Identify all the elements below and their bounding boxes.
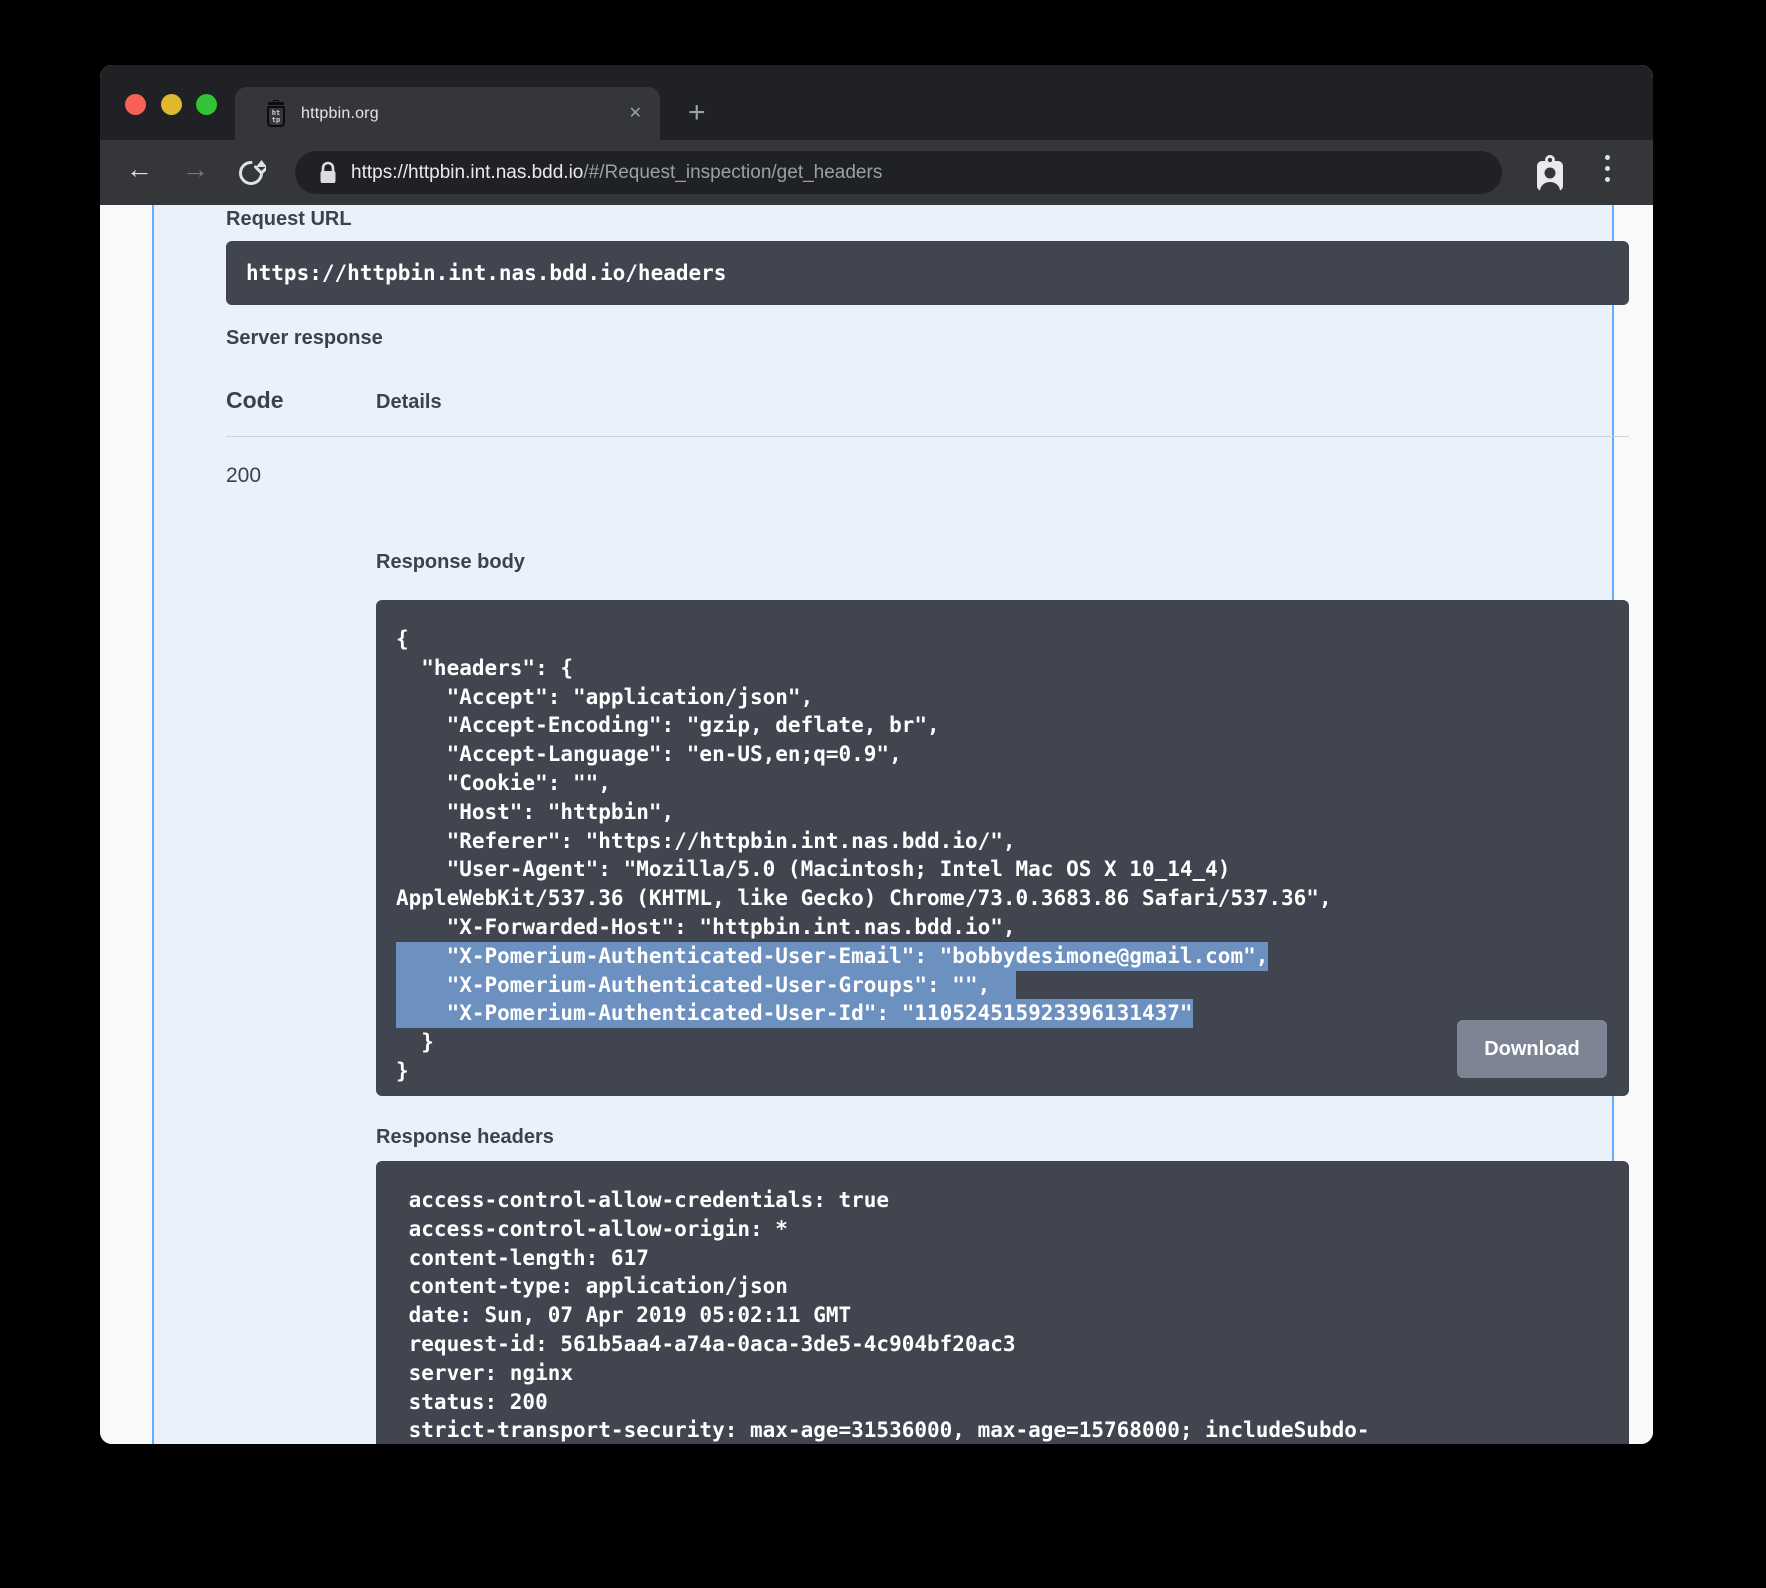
lock-icon bbox=[319, 161, 337, 185]
code-line: "X-Pomerium-Authenticated-User-Email": "… bbox=[396, 942, 1629, 971]
code-line: } bbox=[396, 1028, 1629, 1057]
code-line: "X-Forwarded-Host": "httpbin.int.nas.bdd… bbox=[396, 913, 1629, 942]
download-button[interactable]: Download bbox=[1457, 1020, 1607, 1078]
back-button[interactable]: ← bbox=[126, 154, 153, 185]
table-divider bbox=[226, 436, 1629, 437]
browser-titlebar: ht tp httpbin.org ✕ + bbox=[100, 65, 1653, 140]
response-headers-code: access-control-allow-credentials: true a… bbox=[376, 1161, 1629, 1444]
code-column-header: Code bbox=[226, 387, 284, 414]
new-tab-button[interactable]: + bbox=[688, 98, 706, 128]
browser-toolbar: ← → https://httpbin.int.nas.bdd.io/#/Req… bbox=[100, 140, 1653, 205]
code-line: "headers": { bbox=[396, 654, 1629, 683]
code-line: "X-Pomerium-Authenticated-User-Id": "110… bbox=[396, 999, 1629, 1028]
tab-title: httpbin.org bbox=[301, 105, 379, 123]
reload-button[interactable] bbox=[236, 158, 266, 193]
response-body-box: { "headers": { "Accept": "application/js… bbox=[376, 600, 1629, 1096]
request-url-label: Request URL bbox=[226, 208, 352, 231]
minimize-window-button[interactable] bbox=[161, 94, 182, 115]
url-text: https://httpbin.int.nas.bdd.io/#/Request… bbox=[351, 162, 882, 184]
code-line: } bbox=[396, 1057, 1629, 1086]
code-line: "User-Agent": "Mozilla/5.0 (Macintosh; I… bbox=[396, 855, 1629, 884]
header-line: status: 200 bbox=[396, 1388, 1629, 1417]
code-line: "Accept-Encoding": "gzip, deflate, br", bbox=[396, 711, 1629, 740]
zoom-window-button[interactable] bbox=[196, 94, 217, 115]
response-headers-label: Response headers bbox=[376, 1126, 554, 1149]
header-line: request-id: 561b5aa4-a74a-0aca-3de5-4c90… bbox=[396, 1330, 1629, 1359]
code-line: { bbox=[396, 625, 1629, 654]
url-host: https://httpbin.int.nas.bdd.io bbox=[351, 162, 583, 183]
browser-window: ht tp httpbin.org ✕ + ← → https://httpbi… bbox=[100, 65, 1653, 1444]
swagger-operation-panel: Request URL https://httpbin.int.nas.bdd.… bbox=[152, 205, 1614, 1444]
url-bar[interactable]: https://httpbin.int.nas.bdd.io/#/Request… bbox=[295, 151, 1502, 194]
header-line: server: nginx bbox=[396, 1359, 1629, 1388]
header-line: content-length: 617 bbox=[396, 1244, 1629, 1273]
status-code: 200 bbox=[226, 464, 261, 488]
response-headers-box: access-control-allow-credentials: true a… bbox=[376, 1161, 1629, 1444]
browser-tab[interactable]: ht tp httpbin.org ✕ bbox=[235, 87, 660, 140]
response-body-code: { "headers": { "Accept": "application/js… bbox=[376, 600, 1629, 1086]
browser-menu-icon[interactable] bbox=[1605, 155, 1611, 188]
url-path: /#/Request_inspection/get_headers bbox=[583, 162, 882, 183]
page-content: Request URL https://httpbin.int.nas.bdd.… bbox=[100, 205, 1653, 1444]
header-line: strict-transport-security: max-age=31536… bbox=[396, 1416, 1629, 1444]
profile-badge-icon[interactable] bbox=[1533, 153, 1567, 198]
forward-button[interactable]: → bbox=[182, 154, 209, 185]
response-body-label: Response body bbox=[376, 551, 525, 574]
header-line: content-type: application/json bbox=[396, 1272, 1629, 1301]
header-line: access-control-allow-origin: * bbox=[396, 1215, 1629, 1244]
code-line: "Cookie": "", bbox=[396, 769, 1629, 798]
close-window-button[interactable] bbox=[125, 94, 146, 115]
code-line: "X-Pomerium-Authenticated-User-Groups": … bbox=[396, 971, 1629, 1000]
tab-close-icon[interactable]: ✕ bbox=[629, 103, 642, 123]
header-line: access-control-allow-credentials: true bbox=[396, 1186, 1629, 1215]
httpbin-favicon-icon: ht tp bbox=[265, 100, 287, 127]
code-line: "Host": "httpbin", bbox=[396, 798, 1629, 827]
code-line: "Referer": "https://httpbin.int.nas.bdd.… bbox=[396, 827, 1629, 856]
header-line: date: Sun, 07 Apr 2019 05:02:11 GMT bbox=[396, 1301, 1629, 1330]
request-url-value: https://httpbin.int.nas.bdd.io/headers bbox=[226, 241, 1629, 305]
details-column-header: Details bbox=[376, 391, 442, 414]
code-line: AppleWebKit/537.36 (KHTML, like Gecko) C… bbox=[396, 884, 1629, 913]
server-response-title: Server response bbox=[226, 327, 383, 350]
code-line: "Accept": "application/json", bbox=[396, 683, 1629, 712]
code-line: "Accept-Language": "en-US,en;q=0.9", bbox=[396, 740, 1629, 769]
